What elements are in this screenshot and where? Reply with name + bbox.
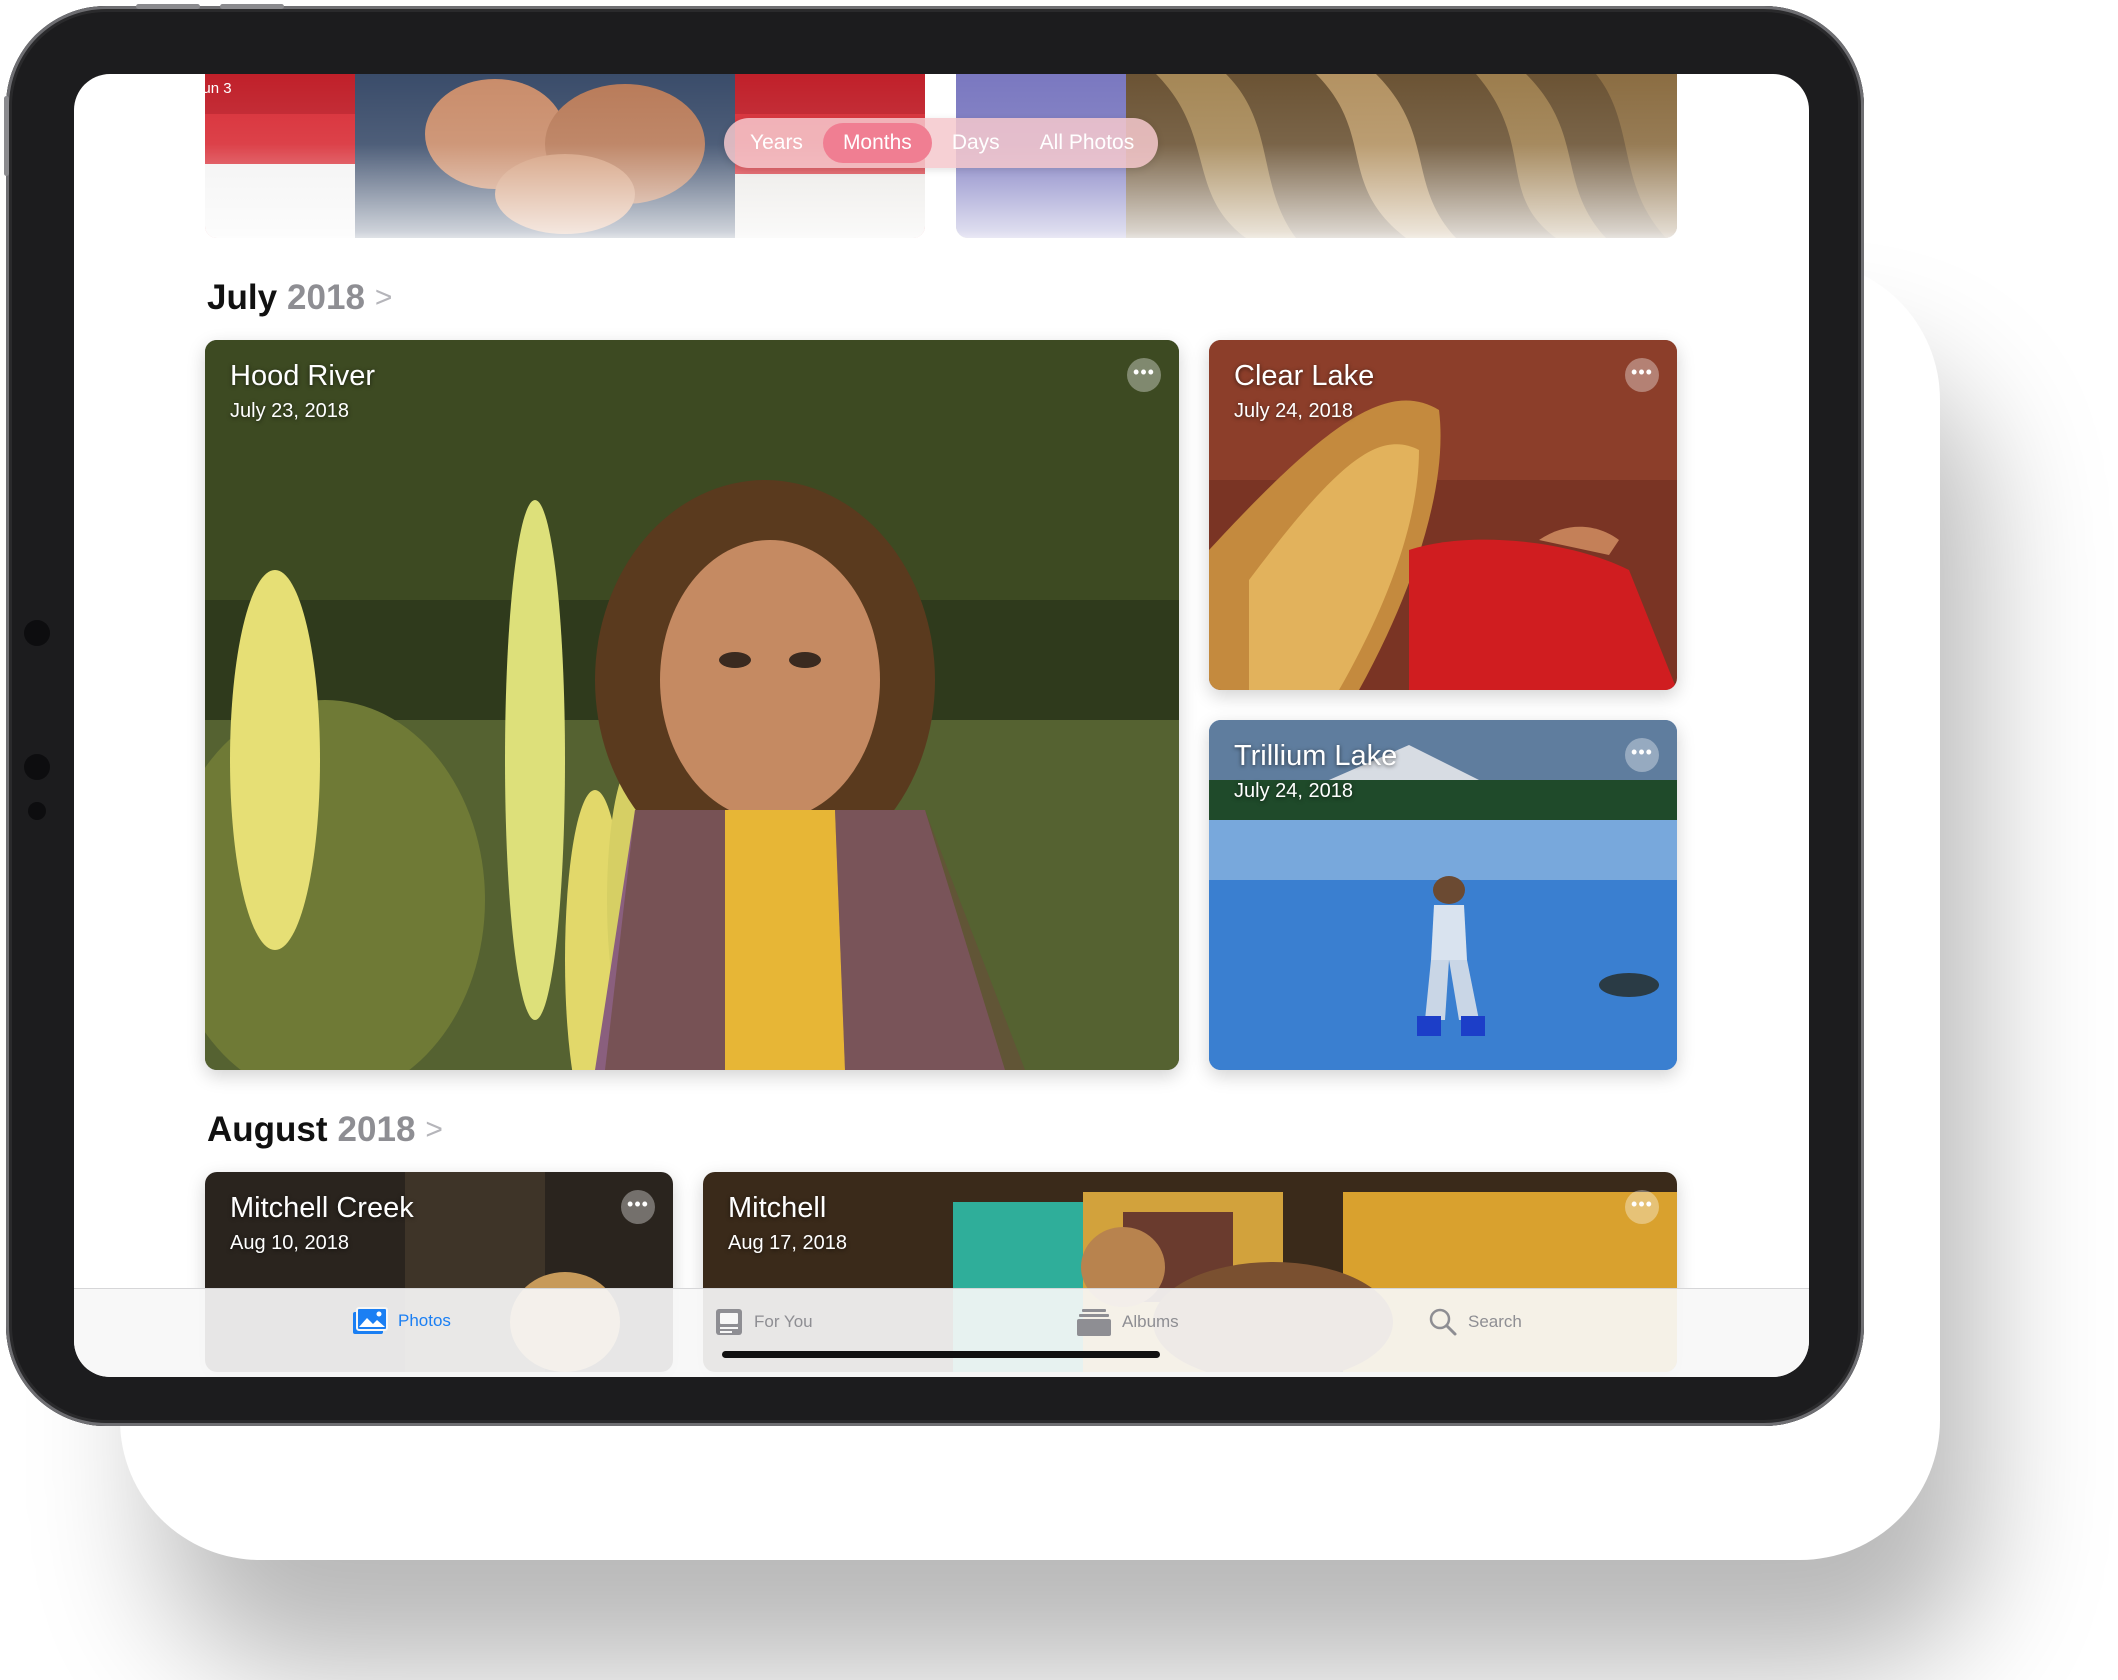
tab-label: Albums: [1122, 1312, 1179, 1331]
sensor-dot: [28, 802, 46, 820]
section-month: August: [207, 1110, 328, 1149]
status-right: 100%: [1688, 80, 1792, 97]
status-date: Mon Jun 3: [161, 80, 232, 97]
ipad-device-frame: 9:41 AM Mon Jun 3 100% Years Months Days…: [4, 4, 1864, 1426]
tab-albums[interactable]: Albums: [1076, 1307, 1179, 1337]
moment-title: Hood River: [230, 360, 376, 392]
sensor-dot: [24, 620, 50, 646]
moment-date: Aug 17, 2018: [728, 1232, 847, 1254]
home-indicator[interactable]: [722, 1351, 1160, 1358]
tab-photos[interactable]: Photos: [352, 1307, 451, 1335]
view-option-years[interactable]: Years: [730, 123, 823, 163]
more-options-button[interactable]: •••: [1625, 738, 1659, 772]
view-option-days[interactable]: Days: [932, 123, 1020, 163]
moment-card-clear-lake[interactable]: Clear Lake July 24, 2018 •••: [1209, 340, 1677, 690]
battery-percent: 100%: [1713, 80, 1752, 97]
moment-date: July 24, 2018: [1234, 780, 1353, 802]
for-you-icon: [716, 1309, 742, 1335]
status-bar: 9:41 AM Mon Jun 3 100%: [74, 74, 1809, 104]
more-options-button[interactable]: •••: [1625, 1190, 1659, 1224]
tab-search[interactable]: Search: [1428, 1307, 1522, 1337]
section-year: 2018: [287, 278, 365, 317]
status-time-date: 9:41 AM Mon Jun 3: [94, 80, 232, 97]
moment-date: July 24, 2018: [1234, 400, 1353, 422]
moment-title: Clear Lake: [1234, 360, 1375, 392]
moment-card-hood-river[interactable]: Hood River July 23, 2018 •••: [205, 340, 1179, 1070]
photos-icon: [353, 1307, 388, 1334]
section-month: July: [207, 278, 278, 317]
battery-icon: [1760, 81, 1792, 96]
photo-image: [205, 340, 1179, 1070]
moment-card-trillium-lake[interactable]: Trillium Lake July 24, 2018 •••: [1209, 720, 1677, 1070]
view-option-months[interactable]: Months: [822, 123, 932, 163]
tab-label: Photos: [398, 1311, 451, 1330]
chevron-right-icon: >: [374, 281, 393, 314]
more-options-button[interactable]: •••: [1625, 358, 1659, 392]
more-options-button[interactable]: •••: [1127, 358, 1161, 392]
moment-date: July 23, 2018: [230, 400, 349, 422]
front-camera: [24, 754, 50, 780]
moment-date: Aug 10, 2018: [230, 1232, 349, 1254]
search-icon: [1429, 1308, 1457, 1336]
more-options-button[interactable]: •••: [621, 1190, 655, 1224]
screen: 9:41 AM Mon Jun 3 100% Years Months Days…: [74, 74, 1809, 1377]
tab-label: For You: [754, 1312, 813, 1331]
view-option-all-photos[interactable]: All Photos: [1020, 123, 1155, 163]
tab-label: Search: [1468, 1312, 1522, 1331]
tab-for-you[interactable]: For You: [714, 1307, 813, 1337]
section-header-july[interactable]: July 2018 >: [207, 278, 392, 318]
albums-icon: [1077, 1309, 1111, 1336]
volume-button: [136, 4, 200, 9]
view-switcher: Years Months Days All Photos: [724, 118, 1158, 168]
section-year: 2018: [337, 1110, 416, 1149]
moment-title: Trillium Lake: [1234, 740, 1398, 772]
moment-title: Mitchell: [728, 1192, 827, 1224]
status-time: 9:41 AM: [94, 80, 150, 97]
power-button: [220, 4, 284, 9]
moment-title: Mitchell Creek: [230, 1192, 414, 1224]
chevron-right-icon: >: [425, 1113, 443, 1146]
top-button: [4, 96, 9, 176]
section-header-august[interactable]: August 2018 >: [207, 1110, 443, 1150]
tab-bar: Photos For You Albums Search: [74, 1288, 1809, 1377]
wifi-icon: [1688, 82, 1705, 95]
